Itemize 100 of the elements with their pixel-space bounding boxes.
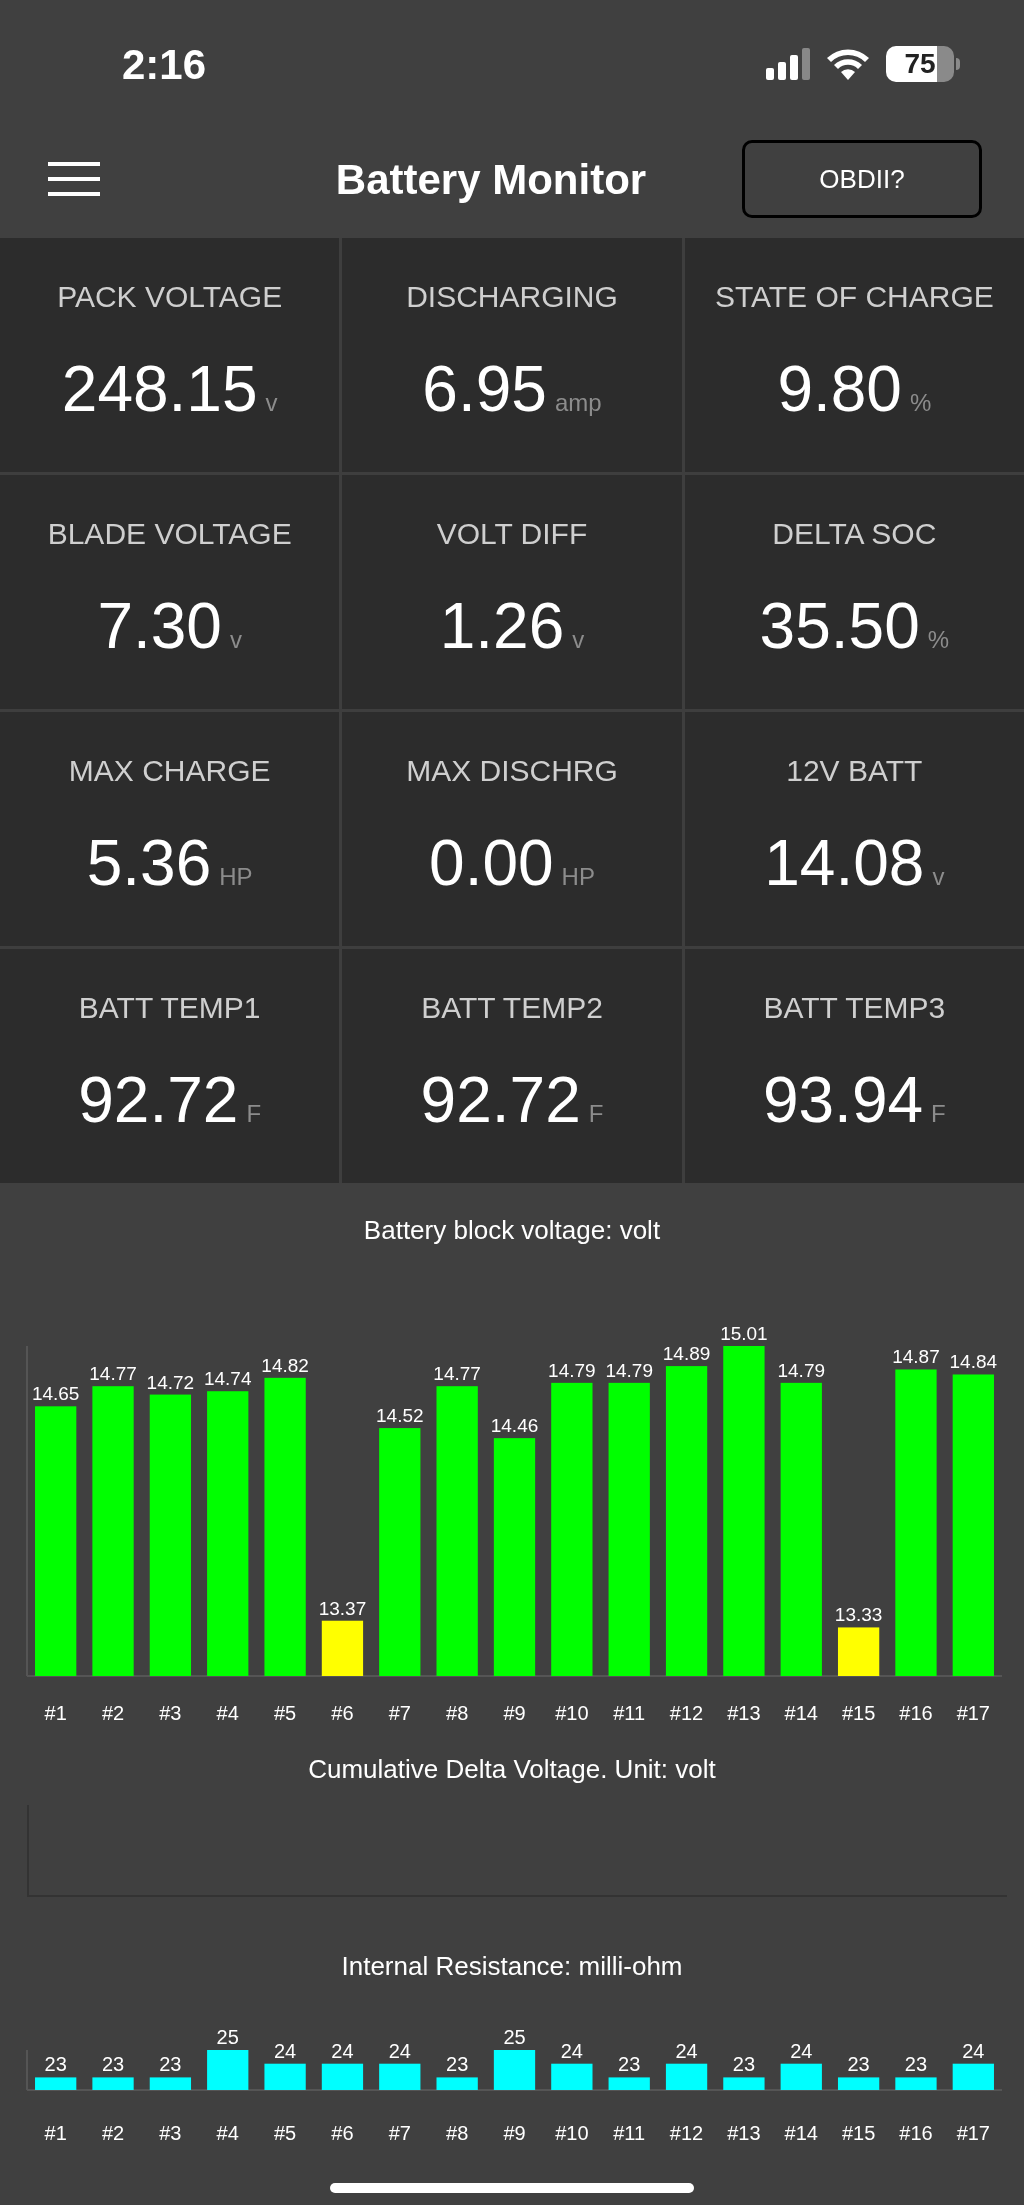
category-label: #8 [446, 2122, 469, 2144]
category-label: #11 [613, 1702, 646, 1724]
metric-value: 5.36 [86, 826, 212, 901]
metric-label: MAX DISCHRG [406, 753, 618, 789]
data-label: 23 [44, 2053, 67, 2076]
category-label: #13 [727, 1702, 761, 1724]
metric-unit: % [909, 388, 932, 418]
data-label: 14.87 [892, 1346, 940, 1368]
data-label: 24 [560, 2039, 583, 2062]
metric-label: BATT TEMP2 [421, 990, 603, 1026]
category-label: #14 [784, 1702, 818, 1724]
data-label: 15.01 [720, 1323, 768, 1344]
signal-icon [766, 48, 810, 80]
category-label: #5 [273, 1702, 297, 1724]
data-label: 13.37 [318, 1597, 367, 1619]
wifi-icon [826, 48, 870, 80]
metric-unit: amp [554, 388, 602, 418]
category-label: #3 [159, 1702, 182, 1724]
category-label: #7 [388, 2122, 411, 2144]
metric-label: DISCHARGING [406, 279, 618, 315]
data-label: 24 [273, 2039, 297, 2062]
chart-title: Cumulative Delta Voltage. Unit: volt [308, 1753, 716, 1786]
metric-label: VOLT DIFF [436, 516, 588, 552]
metric-value: 35.50 [759, 589, 920, 664]
status-time: 2:16 [122, 39, 207, 90]
data-label: 14.89 [662, 1343, 711, 1365]
category-label: #6 [331, 2122, 354, 2144]
data-label: 14.72 [146, 1371, 195, 1393]
metric-unit: HP [561, 862, 595, 892]
data-label: 14.77 [89, 1363, 137, 1385]
metric-unit: F [588, 1099, 604, 1129]
metric-value: 248.15 [61, 352, 258, 427]
category-label: #13 [727, 2122, 761, 2144]
category-label: #7 [388, 1702, 411, 1724]
data-label: 14.65 [31, 1383, 80, 1405]
category-label: #9 [503, 1702, 526, 1724]
category-label: #17 [956, 1702, 990, 1724]
metric-value: 14.08 [764, 826, 925, 901]
data-label: 14.77 [433, 1363, 481, 1385]
metric-label: DELTA SOC [772, 516, 937, 552]
category-label: #12 [669, 1702, 704, 1724]
data-label: 25 [503, 2026, 526, 2048]
menu-button[interactable] [48, 160, 100, 198]
category-label: #16 [899, 2122, 933, 2144]
data-label: 23 [847, 2053, 870, 2076]
metric-unit: v [572, 625, 585, 655]
data-label: 14.79 [548, 1359, 596, 1381]
category-label: #11 [613, 2122, 646, 2144]
metric-unit: HP [219, 862, 253, 892]
data-label: 14.79 [605, 1359, 653, 1381]
data-label: 14.52 [376, 1405, 424, 1427]
category-label: #2 [101, 1702, 125, 1724]
metric-value: 6.95 [422, 352, 547, 427]
metric-label: BLADE VOLTAGE [47, 516, 292, 552]
data-label: 25 [216, 2026, 239, 2048]
category-label: #17 [956, 2122, 990, 2144]
obdii-button[interactable]: OBDII? [742, 140, 982, 218]
category-label: #9 [503, 2122, 526, 2144]
data-label: 23 [446, 2053, 469, 2076]
data-label: 24 [331, 2039, 354, 2062]
battery-level: 75 [904, 47, 936, 81]
category-label: #1 [44, 1702, 67, 1724]
metric-unit: v [229, 625, 242, 655]
metric-value: 92.72 [78, 1063, 239, 1138]
data-label: 13.33 [834, 1604, 883, 1626]
metric-label: MAX CHARGE [68, 753, 271, 789]
data-label: 24 [790, 2039, 813, 2062]
chart-title: Battery block voltage: volt [363, 1214, 661, 1247]
data-label: 23 [101, 2053, 125, 2076]
data-label: 14.79 [777, 1359, 826, 1381]
category-label: #4 [216, 2122, 239, 2144]
metric-value: 1.26 [439, 589, 565, 664]
category-label: #3 [159, 2122, 182, 2144]
category-label: #10 [555, 1702, 589, 1724]
category-label: #8 [446, 1702, 469, 1724]
metric-value: 9.80 [777, 352, 902, 427]
metric-label: STATE OF CHARGE [714, 279, 994, 315]
category-label: #10 [555, 2122, 589, 2144]
metric-unit: v [932, 862, 945, 892]
category-label: #15 [841, 1702, 876, 1724]
data-label: 24 [962, 2039, 985, 2062]
metric-value: 0.00 [429, 826, 554, 901]
metric-unit: F [246, 1099, 262, 1129]
metric-label: BATT TEMP1 [78, 990, 261, 1026]
category-label: #12 [669, 2122, 704, 2144]
category-label: #6 [331, 1702, 354, 1724]
category-label: #14 [784, 2122, 818, 2144]
metric-label: 12V BATT [786, 753, 923, 789]
chart-title: Internal Resistance: milli-ohm [341, 1950, 683, 1983]
data-label: 14.82 [261, 1354, 309, 1376]
data-label: 23 [618, 2053, 641, 2076]
category-label: #4 [216, 1702, 239, 1724]
metric-value: 92.72 [420, 1063, 581, 1138]
metric-label: BATT TEMP3 [763, 990, 946, 1026]
metric-unit: % [927, 625, 950, 655]
metric-unit: v [265, 388, 278, 418]
data-label: 24 [675, 2039, 698, 2062]
data-label: 23 [159, 2053, 182, 2076]
app-title: Battery Monitor [335, 154, 647, 205]
data-label: 24 [388, 2039, 411, 2062]
